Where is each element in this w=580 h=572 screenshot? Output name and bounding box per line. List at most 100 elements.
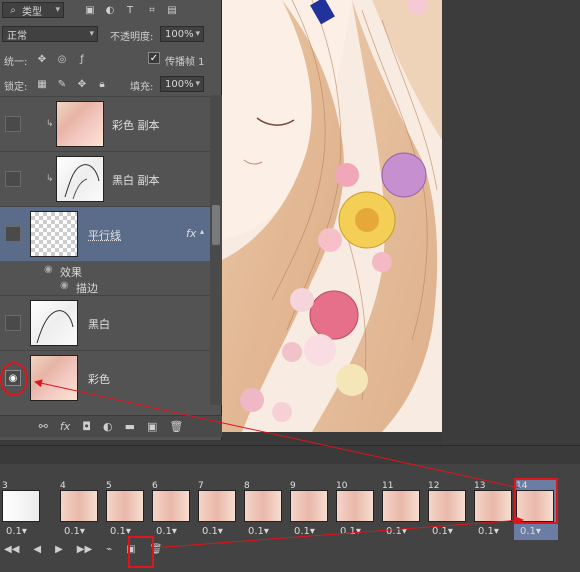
blend-mode-select[interactable]: 正常 <box>2 26 98 42</box>
layer-thumbnail <box>56 101 104 147</box>
timeline-frame[interactable]: 13 0.1▾ <box>472 478 516 540</box>
layer-row[interactable]: 黑白 <box>0 295 210 350</box>
eye-icon[interactable]: ◉ <box>60 280 69 291</box>
collapse-effects-icon[interactable]: ▴ <box>200 227 204 236</box>
shape-filter-icon[interactable]: ⌗ <box>146 4 158 16</box>
layer-thumbnail <box>30 211 78 257</box>
timeline-frame[interactable]: 12 0.1▾ <box>426 478 470 540</box>
delete-layer-icon[interactable]: 🗑︎ <box>169 420 183 433</box>
unify-visibility-icon[interactable]: ◎ <box>56 53 68 65</box>
effects-label: 效果 <box>60 266 82 279</box>
first-frame-icon[interactable]: ◀◀ <box>4 544 19 555</box>
opacity-input[interactable]: 100% <box>160 26 204 42</box>
frame-delay-select[interactable]: 0.1▾ <box>248 526 269 537</box>
timeline-panel: 3 0.1▾ 4 0.1▾ 5 0.1▾ 6 0.1▾ 7 0.1▾ 8 0.1… <box>0 445 580 572</box>
clip-arrow-icon: ↳ <box>46 119 54 129</box>
add-style-icon[interactable]: fx <box>60 420 70 433</box>
layer-thumbnail <box>30 300 78 346</box>
layers-scrollbar[interactable] <box>210 95 222 405</box>
fill-input[interactable]: 100% <box>160 76 204 92</box>
visibility-toggle[interactable] <box>5 315 21 331</box>
frame-delay-select[interactable]: 0.1▾ <box>432 526 453 537</box>
frame-delay-select[interactable]: 0.1▾ <box>478 526 499 537</box>
layer-name: 黑白 副本 <box>112 174 160 187</box>
layer-row[interactable]: ↳ 彩色 副本 <box>0 96 210 151</box>
new-group-icon[interactable]: ▬ <box>125 420 135 433</box>
search-icon: ⌕ <box>10 4 16 16</box>
propagate-frame-label: 传播帧 1 <box>165 57 205 68</box>
layer-name: 彩色 <box>88 373 110 386</box>
timeline-frame[interactable]: 10 0.1▾ <box>334 478 378 540</box>
frame-delay-select[interactable]: 0.1▾ <box>294 526 315 537</box>
frame-thumbnail <box>290 490 328 522</box>
frame-delay-select[interactable]: 0.1▾ <box>6 526 27 537</box>
tween-icon[interactable]: ⌁ <box>106 544 112 555</box>
canvas-background-gutter <box>442 0 580 445</box>
lock-position-icon[interactable]: ✥ <box>76 78 88 90</box>
annotation-circle-eye <box>0 362 28 396</box>
layer-row[interactable]: ↳ 黑白 副本 <box>0 151 210 206</box>
annotation-box-duplicate <box>128 536 154 568</box>
visibility-toggle[interactable] <box>5 116 21 132</box>
frame-delay-select[interactable]: 0.1▾ <box>202 526 223 537</box>
frame-thumbnail <box>198 490 236 522</box>
lock-image-icon[interactable]: ✎ <box>56 78 68 90</box>
frame-thumbnail <box>244 490 282 522</box>
layers-panel: ⌕ 类型 ▣ ◐ T ⌗ ▤ 正常 不透明度: 100% 统一: ✥ ◎ ƒ ✓… <box>0 0 222 440</box>
frame-delay-select[interactable]: 0.1▾ <box>156 526 177 537</box>
timeline-frame[interactable]: 3 0.1▾ <box>0 478 44 540</box>
adjustment-layer-icon[interactable]: ◐ <box>103 420 113 433</box>
play-icon[interactable]: ▶ <box>55 544 63 555</box>
lock-all-icon[interactable]: 🔒︎ <box>96 78 108 90</box>
link-layers-icon[interactable]: ⚯ <box>39 420 48 433</box>
unify-style-icon[interactable]: ƒ <box>76 53 88 65</box>
effects-group: ◉ 效果 ◉ 描边 <box>0 261 210 295</box>
type-filter-icon[interactable]: T <box>124 4 136 16</box>
adjustment-filter-icon[interactable]: ◐ <box>104 4 116 16</box>
smart-object-filter-icon[interactable]: ▤ <box>166 4 178 16</box>
layer-thumbnail <box>56 156 104 202</box>
layer-row-selected[interactable]: 平行线 fx ▴ <box>0 206 210 261</box>
add-mask-icon[interactable]: ◘ <box>82 420 91 433</box>
layer-filter-select[interactable]: ⌕ 类型 <box>2 2 64 18</box>
timeline-frame[interactable]: 11 0.1▾ <box>380 478 424 540</box>
timeline-frame[interactable]: 6 0.1▾ <box>150 478 194 540</box>
new-layer-icon[interactable]: ▣ <box>147 420 157 433</box>
scrollbar-thumb[interactable] <box>212 205 220 245</box>
unify-position-icon[interactable]: ✥ <box>36 53 48 65</box>
layer-row[interactable]: ◉ 彩色 <box>0 350 210 405</box>
timeline-frame[interactable]: 5 0.1▾ <box>104 478 148 540</box>
layer-name: 彩色 副本 <box>112 119 160 132</box>
frame-delay-select[interactable]: 0.1▾ <box>386 526 407 537</box>
timeline-frame[interactable]: 9 0.1▾ <box>288 478 332 540</box>
frame-delay-select[interactable]: 0.1▾ <box>64 526 85 537</box>
layer-thumbnail <box>30 355 78 401</box>
frame-delay-select[interactable]: 0.1▾ <box>340 526 361 537</box>
visibility-toggle[interactable] <box>5 171 21 187</box>
frame-delay-select[interactable]: 0.1▾ <box>520 526 541 537</box>
previous-frame-icon[interactable]: ◀ <box>33 544 41 555</box>
pixel-filter-icon[interactable]: ▣ <box>84 4 96 16</box>
sketch-thumbnail-art <box>36 310 74 344</box>
next-frame-icon[interactable]: ▶▶ <box>77 544 92 555</box>
frame-thumbnail <box>474 490 512 522</box>
timeline-frame[interactable]: 4 0.1▾ <box>58 478 102 540</box>
layer-name: 黑白 <box>88 318 110 331</box>
timeline-frame[interactable]: 7 0.1▾ <box>196 478 240 540</box>
clip-arrow-icon: ↳ <box>46 174 54 184</box>
fill-label: 填充: <box>130 82 154 93</box>
timeline-frame[interactable]: 8 0.1▾ <box>242 478 286 540</box>
lock-label: 锁定: <box>4 82 28 93</box>
layer-name: 平行线 <box>88 229 121 242</box>
frame-thumbnail <box>336 490 374 522</box>
fx-badge[interactable]: fx <box>186 227 196 240</box>
document-canvas[interactable] <box>222 0 442 432</box>
frame-thumbnail <box>2 490 40 522</box>
frame-thumbnail <box>382 490 420 522</box>
annotation-box-frame <box>514 478 558 524</box>
eye-icon[interactable]: ◉ <box>44 264 53 275</box>
lock-transparent-icon[interactable]: ▦ <box>36 78 48 90</box>
propagate-checkbox[interactable]: ✓ <box>148 52 160 64</box>
unify-label: 统一: <box>4 57 28 68</box>
visibility-toggle[interactable] <box>5 226 21 242</box>
